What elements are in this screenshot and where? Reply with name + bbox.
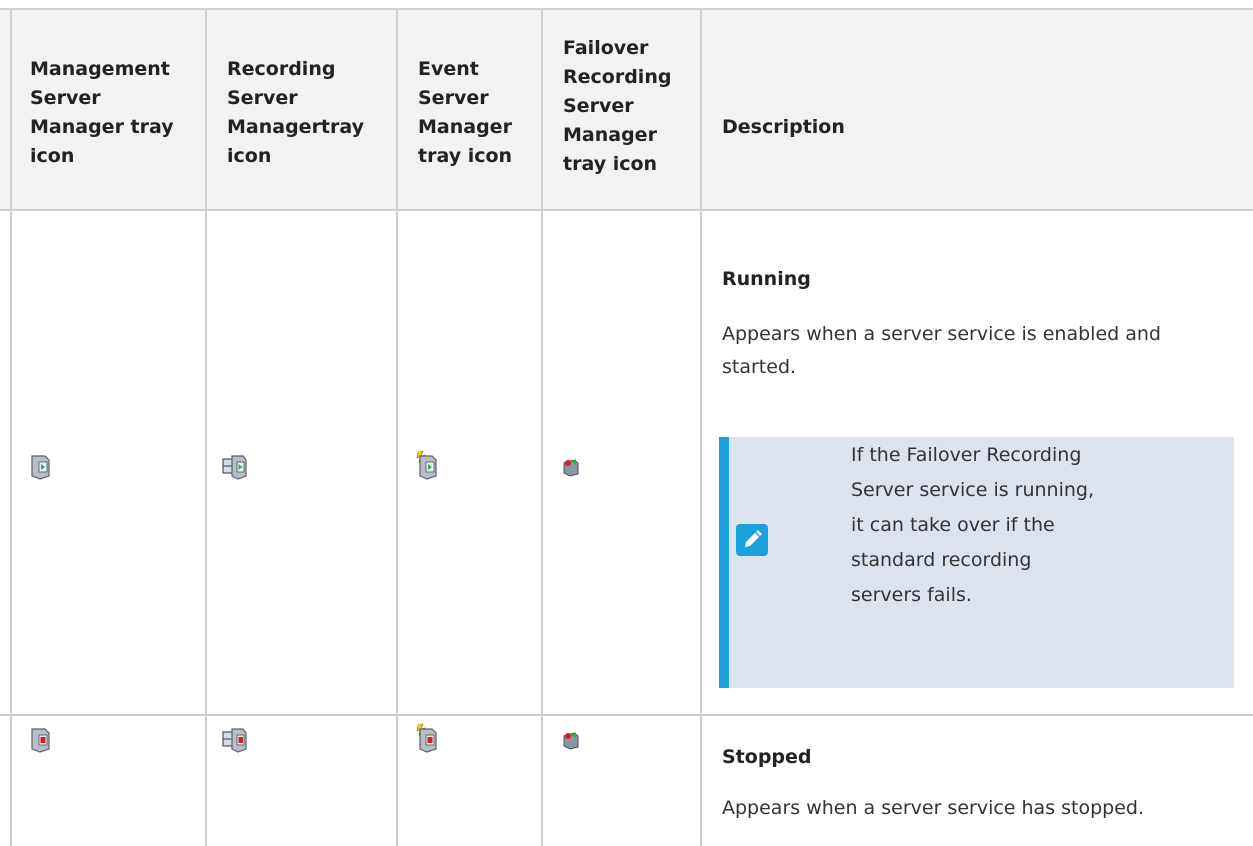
management-server-running-icon [31, 455, 50, 480]
header-recording-server: Recording Server Managertray icon [227, 58, 365, 167]
status-title-running: Running [722, 268, 811, 290]
status-title-stopped: Stopped [722, 746, 812, 768]
column-divider [700, 8, 702, 846]
column-divider [205, 8, 207, 846]
header-management-server: Management Server Manager tray icon [30, 58, 174, 167]
event-server-stopped-icon [416, 723, 437, 753]
recording-server-stopped-icon [222, 728, 247, 753]
failover-server-running-icon [563, 459, 579, 477]
header-event-server: Event Server Manager tray icon [418, 58, 513, 167]
description-stopped: Appears when a server service has stoppe… [722, 797, 1145, 819]
header-description: Description [722, 116, 845, 138]
header-failover-server: Failover Recording Server Manager tray i… [563, 37, 672, 175]
management-server-stopped-icon [31, 728, 50, 753]
column-divider [10, 8, 12, 846]
description-running: Appears when a server service is enabled… [722, 323, 1161, 378]
note-text: If the Failover Recording Server service… [851, 444, 1095, 606]
failover-server-stopped-icon [563, 732, 579, 750]
row-divider [0, 714, 1253, 716]
pencil-icon [736, 524, 768, 556]
table-top-border [0, 8, 1253, 10]
recording-server-running-icon [222, 455, 247, 480]
event-server-running-icon [416, 450, 437, 480]
column-divider [541, 8, 543, 846]
column-divider [396, 8, 398, 846]
header-bottom-border [0, 209, 1253, 211]
